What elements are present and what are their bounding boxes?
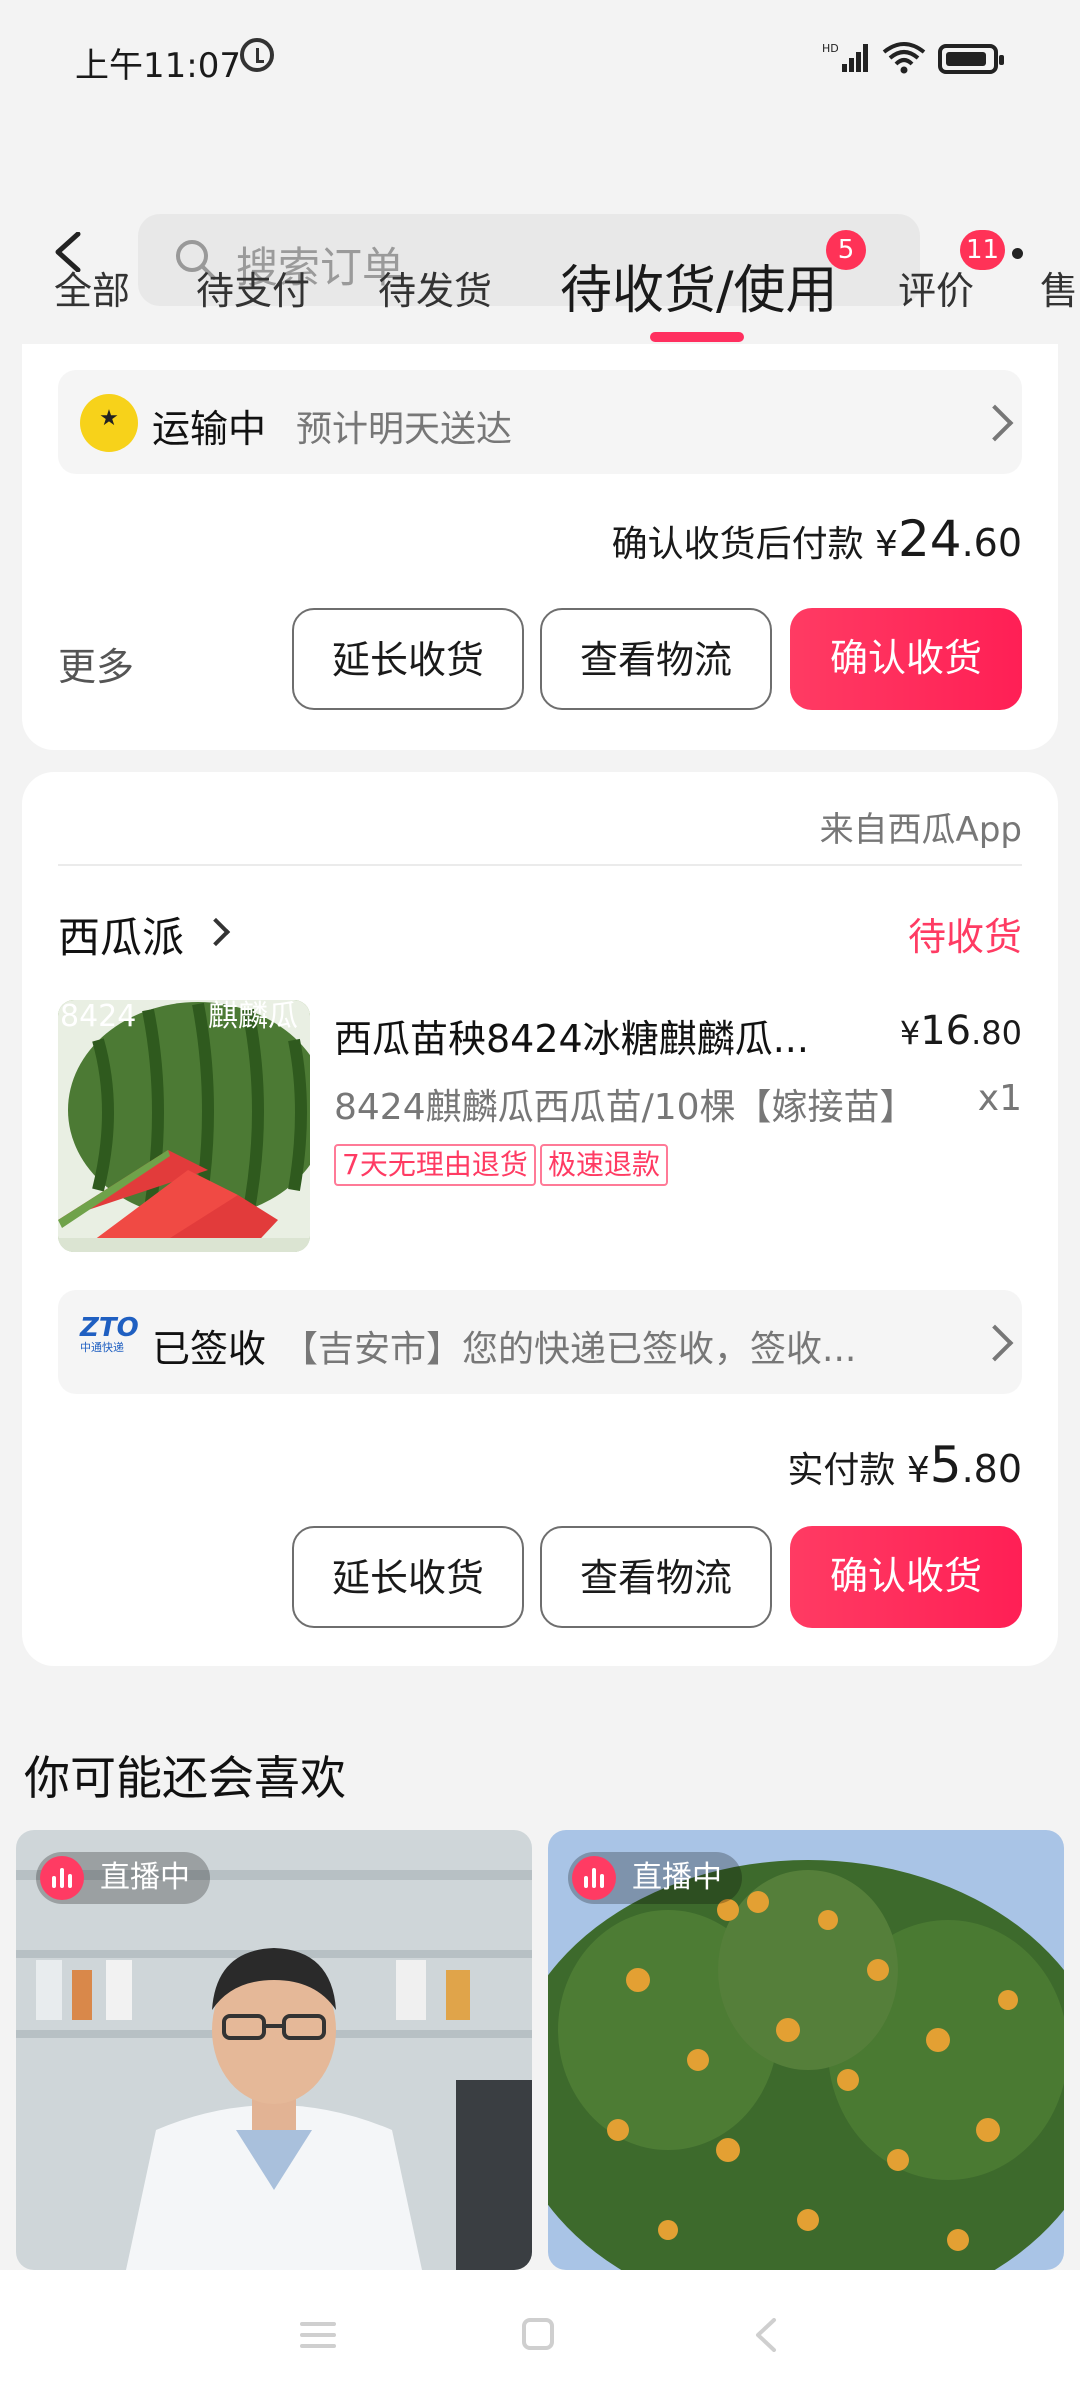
recommend-item[interactable]: 直播中 — [16, 1830, 532, 2270]
extend-receipt-button[interactable]: 延长收货 — [292, 608, 524, 710]
shipping-detail: 【吉安市】您的快递已签收，签收... — [282, 1329, 857, 1370]
product-quantity: x1 — [977, 1078, 1022, 1119]
watermelon-image: 8424 麒麟瓜 — [58, 1000, 310, 1252]
tab-badge-count: 11 — [960, 230, 1006, 270]
tab-after-sales[interactable]: 售 — [1040, 260, 1078, 315]
view-logistics-button[interactable]: 查看物流 — [540, 1526, 772, 1628]
system-nav-bar — [0, 2270, 1080, 2400]
tab-pending-shipment[interactable]: 待发货 — [378, 260, 492, 315]
active-tab-indicator — [650, 332, 744, 342]
shipping-detail: 预计明天送达 — [296, 409, 513, 450]
payment-amount: 确认收货后付款 ¥24.60 — [611, 510, 1022, 568]
recommend-title: 你可能还会喜欢 — [24, 1751, 346, 1805]
clock: 上午11:07 — [75, 46, 241, 86]
svg-text:8424: 8424 — [60, 1000, 136, 1034]
menu-icon[interactable] — [300, 2320, 336, 2350]
fast-refund-tag: 极速退款 — [540, 1144, 669, 1186]
shipping-status: 已签收 — [152, 1327, 267, 1371]
home-icon[interactable] — [522, 2318, 554, 2350]
shipping-status-bar[interactable]: ★ 运输中 预计明天送达 — [58, 370, 1022, 474]
order-tabs: 全部 待支付 待发货 待收货/使用 5 评价 11 售 — [0, 230, 1080, 340]
tab-reviews[interactable]: 评价 — [898, 260, 974, 315]
extend-receipt-button[interactable]: 延长收货 — [292, 1526, 524, 1628]
view-logistics-button[interactable]: 查看物流 — [540, 608, 772, 710]
shop-name[interactable]: 西瓜派 — [58, 904, 184, 965]
courier-logo-icon: ★ — [80, 394, 138, 452]
chevron-right-icon — [201, 917, 231, 947]
order-status: 待收货 — [907, 915, 1022, 959]
svg-text:麒麟瓜: 麒麟瓜 — [208, 1000, 298, 1034]
product-price: ¥16.80 — [899, 1008, 1022, 1054]
product-spec: 8424麒麟瓜西瓜苗/10棵【嫁接苗】 — [334, 1087, 916, 1128]
chevron-right-icon — [976, 1324, 1014, 1362]
shipping-status: 运输中 — [152, 407, 267, 451]
signal-icon: HD — [822, 42, 868, 72]
live-badge: 直播中 — [568, 1852, 742, 1904]
tab-pending-payment[interactable]: 待支付 — [196, 260, 310, 315]
svg-text:HD: HD — [822, 42, 839, 55]
confirm-receipt-button[interactable]: 确认收货 — [790, 608, 1022, 710]
return-policy-tag: 7天无理由退货 — [334, 1144, 536, 1186]
more-link[interactable]: 更多 — [58, 636, 134, 691]
product-image[interactable]: 8424 麒麟瓜 — [58, 1000, 310, 1252]
chevron-right-icon — [976, 404, 1014, 442]
battery-icon — [938, 44, 1004, 74]
shipping-status-bar[interactable]: ZTO 中通快递 已签收 【吉安市】您的快递已签收，签收... — [58, 1290, 1022, 1394]
order-card: 来自西瓜App 西瓜派 待收货 8424 麒麟瓜 西瓜苗秧8424冰糖麒麟瓜..… — [22, 772, 1058, 1666]
confirm-receipt-button[interactable]: 确认收货 — [790, 1526, 1022, 1628]
paid-amount: 实付款 ¥5.80 — [787, 1436, 1022, 1494]
alarm-icon — [240, 38, 274, 72]
divider — [58, 864, 1022, 866]
order-source: 来自西瓜App — [819, 810, 1022, 850]
tab-badge-count: 5 — [826, 230, 866, 270]
live-bars-icon — [572, 1856, 616, 1900]
live-bars-icon — [40, 1856, 84, 1900]
status-bar: 上午11:07 HD — [0, 0, 1080, 110]
tab-all[interactable]: 全部 — [54, 260, 130, 315]
recommend-item[interactable]: 直播中 — [548, 1830, 1064, 2270]
courier-logo-icon: ZTO 中通快递 — [80, 1313, 139, 1354]
back-icon[interactable] — [754, 2318, 778, 2352]
live-badge: 直播中 — [36, 1852, 210, 1904]
product-title[interactable]: 西瓜苗秧8424冰糖麒麟瓜... — [334, 1008, 864, 1063]
wifi-icon — [882, 42, 926, 74]
tab-pending-receipt[interactable]: 待收货/使用 — [560, 248, 838, 323]
order-card: ★ 运输中 预计明天送达 确认收货后付款 ¥24.60 更多 延长收货 查看物流… — [22, 344, 1058, 750]
